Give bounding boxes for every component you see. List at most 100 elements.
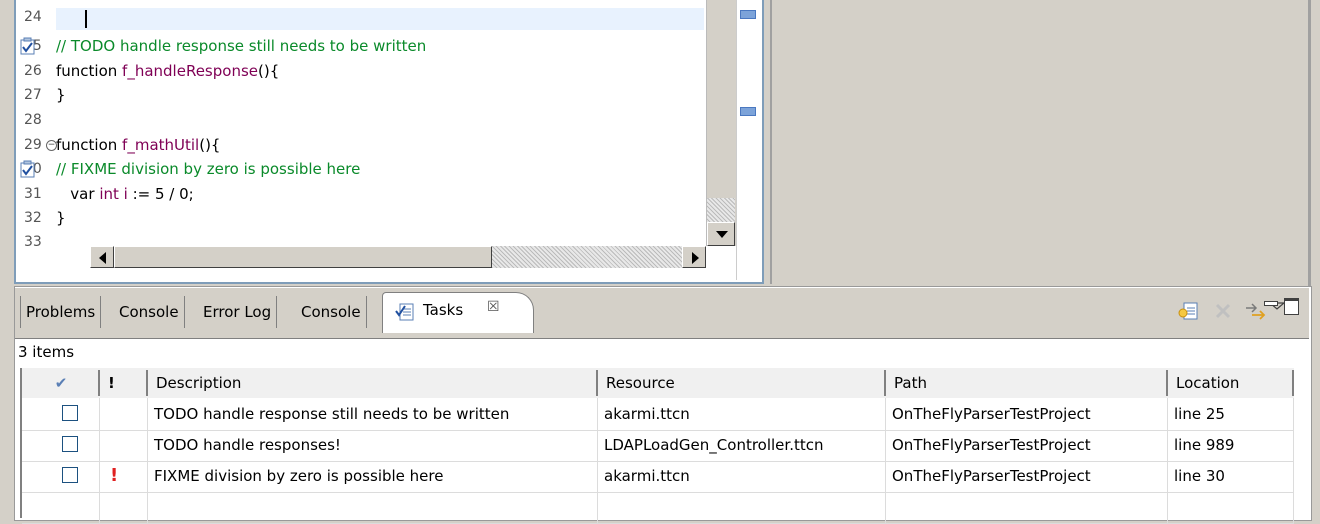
cell-description: TODO handle responses! xyxy=(148,429,598,461)
column-header-location[interactable]: Location xyxy=(1168,370,1294,396)
cell-description: FIXME division by zero is possible here xyxy=(148,460,598,492)
code-line[interactable]: 31 var int i := 5 / 0; xyxy=(0,184,700,204)
cell-priority xyxy=(100,491,148,523)
column-header-completed[interactable]: ✔ xyxy=(24,370,100,396)
code-line[interactable]: 29− function f_mathUtil(){ xyxy=(0,135,700,155)
cell-location xyxy=(1168,491,1294,523)
tab-console-2[interactable]: Console xyxy=(296,296,367,328)
table-row[interactable]: ! FIXME division by zero is possible here… xyxy=(22,460,1294,493)
link-with-editor-icon[interactable] xyxy=(1244,300,1266,322)
completed-checkbox[interactable] xyxy=(62,405,78,421)
cell-done xyxy=(22,460,100,492)
tab-label: Console xyxy=(119,303,179,321)
tab-label: Error Log xyxy=(203,303,272,321)
code-text: // TODO handle response still needs to b… xyxy=(56,36,426,56)
line-number: 26 xyxy=(24,63,42,79)
cell-path: OnTheFlyParserTestProject xyxy=(886,398,1168,430)
code-comment: // FIXME division by zero is possible he… xyxy=(56,160,361,178)
code-text: function f_mathUtil(){ xyxy=(56,135,220,155)
cell-priority: ! xyxy=(100,460,148,492)
code-line[interactable]: 28 xyxy=(0,110,700,130)
code-token: i xyxy=(118,185,128,203)
line-number: 31 xyxy=(24,186,42,202)
cell-location: line 25 xyxy=(1168,398,1294,430)
code-token: f_mathUtil xyxy=(122,136,200,154)
table-row[interactable]: TODO handle responses! LDAPLoadGen_Contro… xyxy=(22,429,1294,462)
description-text: TODO handle responses! xyxy=(154,436,341,454)
column-header-description[interactable]: Description xyxy=(148,370,598,396)
task-marker-icon[interactable] xyxy=(20,160,36,178)
column-header-priority[interactable]: ! xyxy=(100,370,148,396)
horizontal-scroll-thumb[interactable] xyxy=(114,246,492,268)
code-token: int xyxy=(99,185,119,203)
tab-label: Problems xyxy=(26,303,96,321)
line-number: 32 xyxy=(24,210,42,226)
line-number: 24 xyxy=(24,9,42,25)
item-count: 3 items xyxy=(18,343,75,361)
maximize-button[interactable] xyxy=(1284,298,1299,315)
table-row[interactable]: TODO handle response still needs to be w… xyxy=(22,398,1294,431)
scroll-left-button[interactable] xyxy=(90,246,114,268)
cell-done xyxy=(22,429,100,461)
task-marker-annotation[interactable] xyxy=(740,10,756,19)
resource-text: LDAPLoadGen_Controller.ttcn xyxy=(604,436,824,454)
code-line[interactable]: 26 function f_handleResponse(){ xyxy=(0,61,700,81)
cell-resource xyxy=(598,491,886,523)
code-lines[interactable]: 24 25// TODO handle response still needs … xyxy=(0,0,706,250)
new-task-icon[interactable] xyxy=(1178,300,1200,322)
path-text: OnTheFlyParserTestProject xyxy=(892,436,1091,454)
column-header-path[interactable]: Path xyxy=(886,370,1168,396)
code-token: } xyxy=(56,209,66,227)
completed-checkbox[interactable] xyxy=(62,467,78,483)
line-number: 33 xyxy=(24,234,42,250)
horizontal-scrollbar-track[interactable] xyxy=(492,246,682,268)
location-text: line 25 xyxy=(1174,405,1225,423)
tab-error-log[interactable]: Error Log xyxy=(198,296,278,328)
task-marker-annotation[interactable] xyxy=(740,107,756,116)
path-text: OnTheFlyParserTestProject xyxy=(892,405,1091,423)
code-line[interactable]: 24 xyxy=(0,7,700,27)
code-text: } xyxy=(56,208,66,228)
code-token: function xyxy=(56,62,123,80)
line-number: 27 xyxy=(24,87,42,103)
tab-tasks[interactable]: Tasks ☒ xyxy=(382,292,534,333)
task-marker-icon[interactable] xyxy=(20,37,36,55)
cell-resource: akarmi.ttcn xyxy=(598,460,886,492)
cell-priority xyxy=(100,429,148,461)
resource-text: akarmi.ttcn xyxy=(604,467,690,485)
high-priority-icon: ! xyxy=(110,465,119,486)
cell-priority xyxy=(100,398,148,430)
scroll-right-button[interactable] xyxy=(682,246,706,268)
code-token: (){ xyxy=(258,62,280,80)
code-text: // FIXME division by zero is possible he… xyxy=(56,159,360,179)
cell-location: line 989 xyxy=(1168,429,1294,461)
code-line[interactable]: 30// FIXME division by zero is possible … xyxy=(0,159,700,179)
cell-description xyxy=(148,491,598,523)
completed-checkbox[interactable] xyxy=(62,436,78,452)
close-icon[interactable]: ☒ xyxy=(487,299,500,315)
tab-console[interactable]: Console xyxy=(114,296,185,328)
cell-path: OnTheFlyParserTestProject xyxy=(886,460,1168,492)
table-row xyxy=(22,491,1294,524)
code-token: := 5 / 0; xyxy=(127,185,194,203)
overview-ruler[interactable] xyxy=(736,0,761,280)
cell-done xyxy=(22,398,100,430)
code-token: (){ xyxy=(199,136,221,154)
cell-done xyxy=(22,491,100,523)
scroll-down-button[interactable] xyxy=(707,222,735,246)
code-token: f_handleResponse xyxy=(122,62,258,80)
code-line[interactable]: 27} xyxy=(0,85,700,105)
description-text: TODO handle response still needs to be w… xyxy=(154,405,510,423)
resource-text: akarmi.ttcn xyxy=(604,405,690,423)
delete-task-icon[interactable] xyxy=(1212,300,1234,322)
code-line[interactable]: 32} xyxy=(0,208,700,228)
code-text: function f_handleResponse(){ xyxy=(56,61,279,81)
code-line[interactable]: 25// TODO handle response still needs to… xyxy=(0,36,700,56)
code-token: function xyxy=(56,136,123,154)
tab-label: Tasks xyxy=(423,301,464,319)
column-header-resource[interactable]: Resource xyxy=(598,370,886,396)
tab-problems[interactable]: Problems xyxy=(20,296,102,328)
arrow-right-icon xyxy=(692,252,699,264)
code-text: } xyxy=(56,85,66,105)
minimize-button[interactable] xyxy=(1264,301,1278,306)
